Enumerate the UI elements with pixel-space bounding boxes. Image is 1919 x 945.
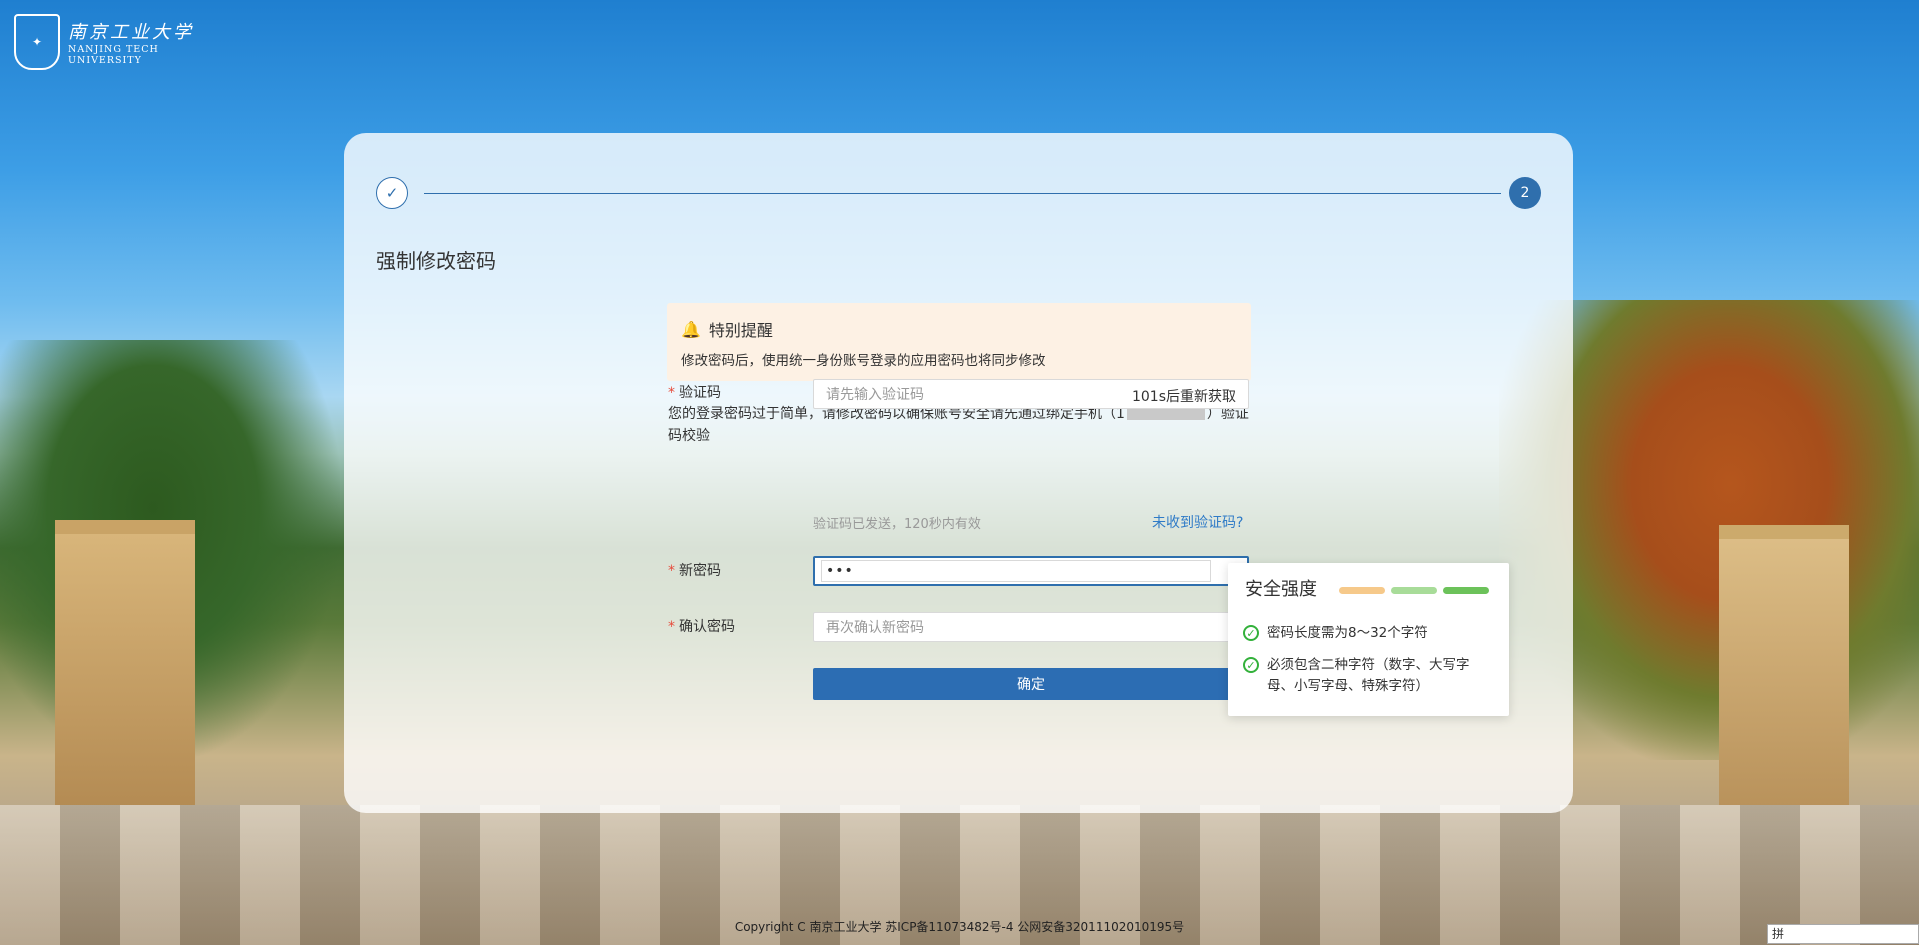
strength-rule-chartypes: ✓ 必须包含二种字符（数字、大写字母、小写字母、特殊字符） bbox=[1243, 655, 1493, 697]
notice-box: 🔔 特别提醒 修改密码后，使用统一身份账号登录的应用密码也将同步修改 bbox=[667, 303, 1251, 381]
code-label: * 验证码 bbox=[668, 385, 721, 401]
page-title: 强制修改密码 bbox=[376, 249, 496, 273]
verification-code-input[interactable]: 请先输入验证码 101s后重新获取 bbox=[813, 379, 1249, 409]
notice-title: 特别提醒 bbox=[708, 321, 773, 340]
copyright-footer: Copyright C 南京工业大学 苏ICP备11073482号-4 公网安备… bbox=[734, 920, 1185, 934]
step-connector bbox=[424, 193, 1501, 194]
strength-bar-strong bbox=[1443, 587, 1489, 594]
strength-bars bbox=[1339, 587, 1489, 594]
university-seal-icon: ✦ bbox=[14, 14, 60, 70]
notice-body: 修改密码后，使用统一身份账号登录的应用密码也将同步修改 bbox=[681, 353, 1046, 369]
resend-countdown-button[interactable]: 101s后重新获取 bbox=[1132, 386, 1236, 406]
step-indicator: ✓ 2 bbox=[376, 177, 1541, 211]
new-password-label: * 新密码 bbox=[668, 563, 721, 579]
strength-title: 安全强度 bbox=[1245, 579, 1317, 600]
step-2-badge: 2 bbox=[1509, 177, 1541, 209]
code-sent-hint: 验证码已发送，120秒内有效 bbox=[813, 517, 981, 532]
verification-description: 您的登录密码过于简单，请修改密码以确保账号安全请先通过绑定手机（1 ）验证码校验 bbox=[668, 406, 1249, 444]
bell-icon: 🔔 bbox=[681, 319, 701, 339]
password-strength-popover: 安全强度 ✓ 密码长度需为8～32个字符 ✓ 必须包含二种字符（数字、大写字母、… bbox=[1228, 563, 1509, 716]
step-1-check-icon: ✓ bbox=[376, 177, 408, 209]
university-logo: ✦ 南京工业大学 NANJING TECH UNIVERSITY bbox=[14, 14, 194, 70]
strength-bar-medium bbox=[1391, 587, 1437, 594]
background-gate-pillar-right bbox=[1719, 525, 1849, 814]
strength-rule-length: ✓ 密码长度需为8～32个字符 bbox=[1243, 623, 1493, 644]
confirm-password-input[interactable]: 再次确认新密码 bbox=[813, 612, 1249, 642]
strength-bar-weak bbox=[1339, 587, 1385, 594]
ime-indicator[interactable]: 拼 bbox=[1767, 924, 1919, 944]
new-password-value: ••• bbox=[821, 560, 1211, 582]
submit-button[interactable]: 确定 bbox=[813, 668, 1249, 700]
new-password-input[interactable]: ••• bbox=[813, 556, 1249, 586]
logo-name-en-1: NANJING TECH bbox=[68, 44, 159, 55]
logo-name-cn: 南京工业大学 bbox=[68, 22, 194, 43]
not-received-link[interactable]: 未收到验证码? bbox=[1152, 512, 1243, 532]
check-circle-icon: ✓ bbox=[1243, 657, 1259, 673]
logo-name-en-2: UNIVERSITY bbox=[68, 55, 142, 66]
confirm-password-label: * 确认密码 bbox=[668, 619, 735, 635]
masked-phone bbox=[1126, 408, 1205, 420]
background-gate-pillar-left bbox=[55, 520, 195, 814]
check-circle-icon: ✓ bbox=[1243, 625, 1259, 641]
